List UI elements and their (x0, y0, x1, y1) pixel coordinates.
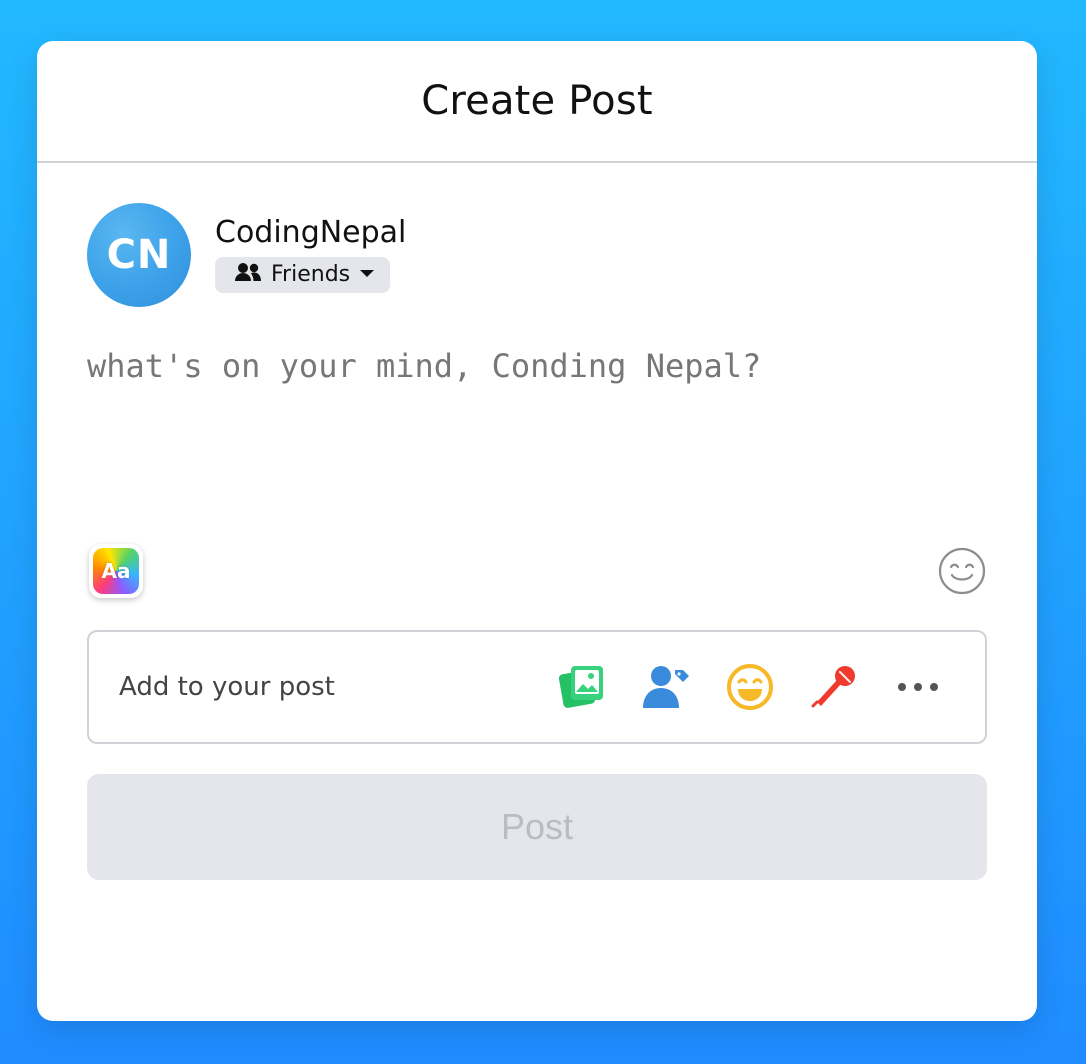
post-text-input[interactable] (87, 347, 987, 527)
post-button[interactable]: Post (87, 774, 987, 880)
text-theme-label: Aa (93, 548, 139, 594)
chevron-down-icon (358, 266, 376, 284)
photo-gallery-icon[interactable] (557, 662, 607, 712)
feeling-icon[interactable] (725, 662, 775, 712)
username: CodingNepal (215, 214, 407, 250)
card-header: Create Post (37, 41, 1037, 163)
emoji-icon[interactable] (937, 546, 987, 596)
mic-icon[interactable] (809, 662, 859, 712)
user-row: CN CodingNepal Friends (87, 203, 987, 307)
page-title: Create Post (421, 78, 653, 124)
more-icon[interactable] (893, 662, 943, 712)
create-post-card: Create Post CN CodingNepal Friends what'… (37, 41, 1037, 1021)
privacy-label: Friends (271, 262, 351, 287)
privacy-selector[interactable]: Friends (215, 256, 391, 293)
avatar: CN (87, 203, 191, 307)
friends-icon (233, 262, 263, 287)
composer-content: CN CodingNepal Friends what's on your mi… (37, 163, 1037, 880)
add-to-post-label: Add to your post (119, 672, 335, 702)
add-to-post-box: Add to your post (87, 630, 987, 744)
user-meta: CodingNepal Friends (215, 216, 406, 293)
text-theme-button[interactable]: Aa (89, 544, 143, 598)
tag-people-icon[interactable] (641, 662, 691, 712)
add-to-post-actions (557, 662, 943, 712)
composer-tools: Aa (87, 544, 987, 598)
